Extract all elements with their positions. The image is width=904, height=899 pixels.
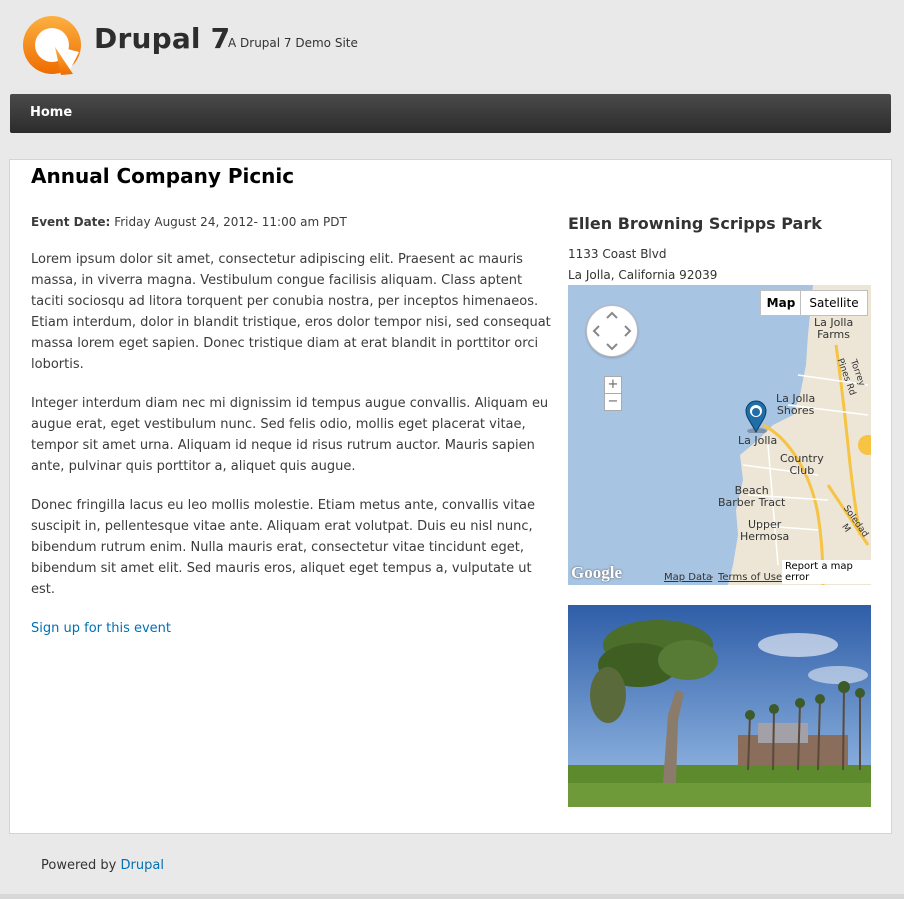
map-label-la-jolla: La Jolla bbox=[738, 434, 778, 447]
powered-by-text: Powered by bbox=[41, 858, 117, 873]
venue-sidebar: Ellen Browning Scripps Park 1133 Coast B… bbox=[568, 213, 871, 807]
site-footer: Powered by Drupal bbox=[41, 858, 164, 873]
map-footer-separator: - bbox=[710, 572, 714, 583]
park-photo bbox=[568, 605, 871, 807]
map-zoom-in-button[interactable]: + bbox=[604, 376, 622, 394]
map-pan-control[interactable] bbox=[586, 305, 638, 357]
map-footer: Google Map Data - Terms of Use Report a … bbox=[568, 560, 871, 585]
map-label-upper-hermosa: Upper Hermosa bbox=[740, 518, 790, 543]
map-type-map-button[interactable]: Map bbox=[760, 290, 802, 316]
footer-divider bbox=[0, 894, 904, 899]
main-menu: Home bbox=[10, 94, 891, 133]
body-paragraph: Lorem ipsum dolor sit amet, consectetur … bbox=[31, 252, 551, 372]
map-zoom-out-button[interactable]: − bbox=[604, 393, 622, 411]
venue-name: Ellen Browning Scripps Park bbox=[568, 214, 822, 233]
page-title: Annual Company Picnic bbox=[31, 164, 295, 188]
event-date: Event Date: Friday August 24, 2012- 11:0… bbox=[31, 213, 553, 231]
nav-item-home[interactable]: Home bbox=[30, 105, 72, 120]
event-date-label: Event Date: bbox=[31, 215, 111, 229]
pan-arrows-icon bbox=[592, 311, 632, 351]
signup-link[interactable]: Sign up for this event bbox=[31, 621, 171, 636]
drupal-logo-icon[interactable] bbox=[21, 14, 83, 76]
map-label-la-jolla-shores: La Jolla Shores bbox=[776, 392, 816, 417]
event-date-value: Friday August 24, 2012- 11:00 am PDT bbox=[114, 215, 347, 229]
map-label-country-club: Country Club bbox=[780, 452, 824, 477]
map-label-la-jolla-farms: La Jolla Farms bbox=[814, 316, 854, 341]
map-data-link[interactable]: Map Data bbox=[664, 572, 712, 583]
venue-address-line1: 1133 Coast Blvd bbox=[568, 247, 667, 261]
google-logo[interactable]: Google bbox=[571, 563, 622, 583]
map-label-beach-barber-tract: Beach Barber Tract bbox=[718, 484, 786, 509]
site-header: Drupal 7 A Drupal 7 Demo Site bbox=[0, 0, 904, 94]
site-name[interactable]: Drupal 7 bbox=[94, 22, 230, 55]
map-terms-link[interactable]: Terms of Use bbox=[718, 572, 782, 583]
map-marker-icon[interactable] bbox=[744, 399, 768, 433]
body-paragraph: Integer interdum diam nec mi dignissim i… bbox=[31, 396, 549, 474]
drupal-link[interactable]: Drupal bbox=[121, 858, 164, 873]
venue-address-line2: La Jolla, California 92039 bbox=[568, 268, 718, 282]
body-paragraph: Donec fringilla lacus eu leo mollis mole… bbox=[31, 498, 535, 597]
event-body: Event Date: Friday August 24, 2012- 11:0… bbox=[31, 213, 553, 639]
map-report-error-link[interactable]: Report a map error bbox=[782, 560, 871, 584]
map-type-satellite-button[interactable]: Satellite bbox=[800, 290, 868, 316]
google-map[interactable]: Map Satellite + − La Jolla Farms La Joll… bbox=[568, 285, 871, 585]
main-content: Annual Company Picnic Event Date: Friday… bbox=[9, 159, 892, 834]
site-slogan: A Drupal 7 Demo Site bbox=[228, 36, 358, 50]
